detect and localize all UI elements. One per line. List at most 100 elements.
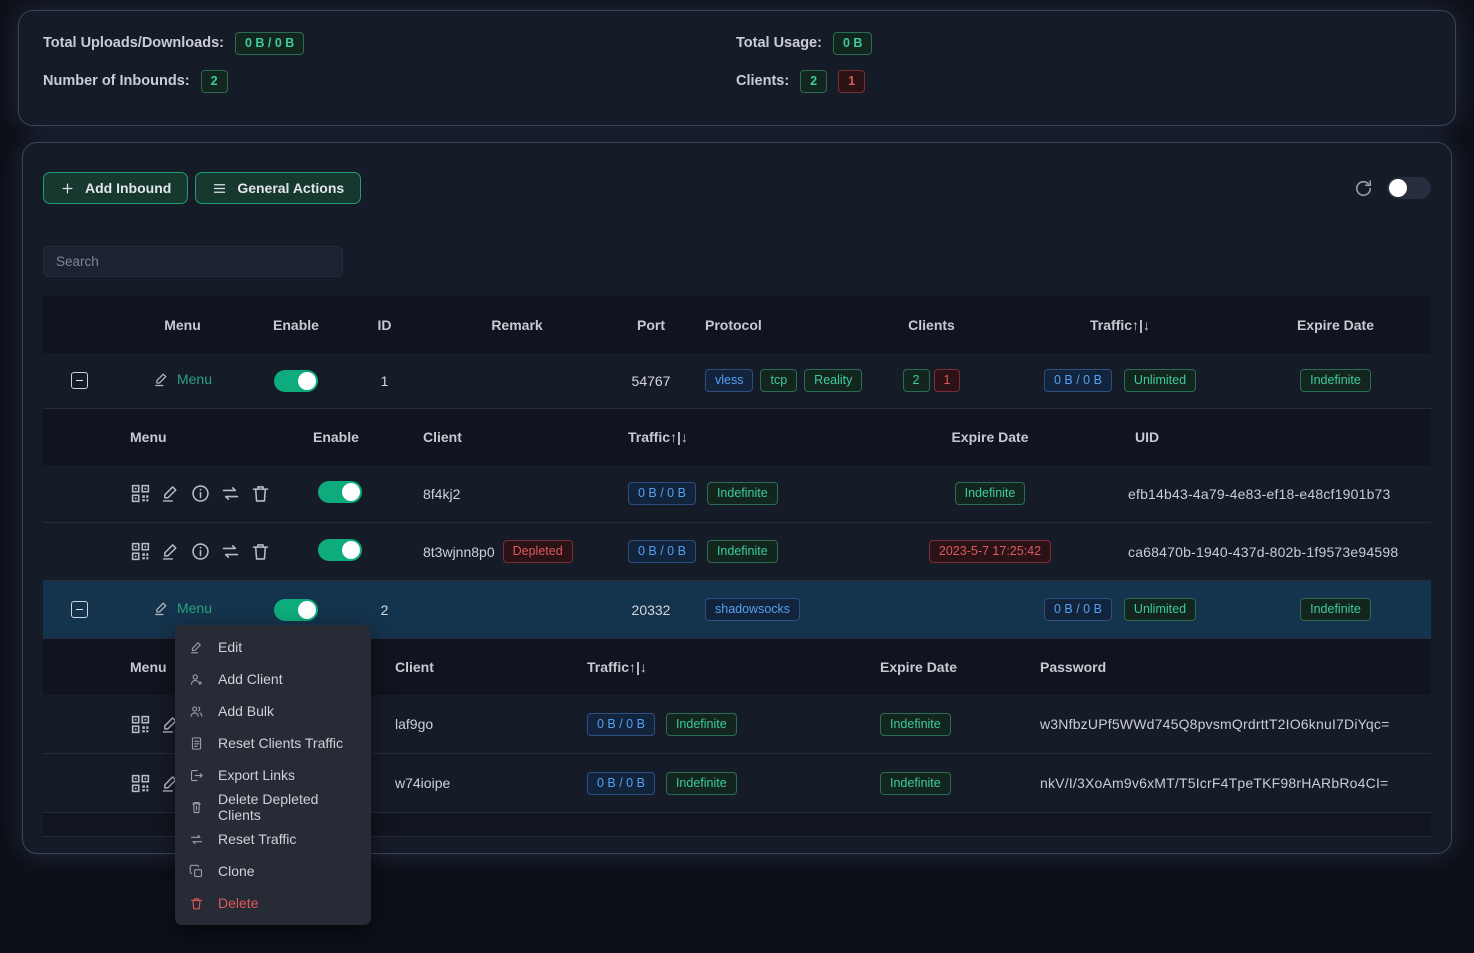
reset-traffic-icon[interactable] [220, 483, 241, 504]
inbound-menu-button[interactable]: Menu [153, 371, 212, 388]
client-name: w74ioipe [380, 775, 572, 791]
traffic-badge: 0 B / 0 B [1044, 369, 1112, 392]
inbounds-table-header: Menu Enable ID Remark Port Protocol Clie… [43, 296, 1431, 353]
inbound-port: 54767 [607, 373, 695, 389]
stats-panel: Total Uploads/Downloads: 0 B / 0 B Total… [18, 10, 1456, 126]
inbound-id: 1 [342, 373, 427, 389]
client-enable-toggle[interactable] [318, 539, 362, 561]
menu-item-label: Reset Clients Traffic [218, 735, 343, 751]
menu-item-reset-clients-traffic[interactable]: Reset Clients Traffic [175, 727, 371, 759]
inbound-enable-toggle[interactable] [274, 599, 318, 621]
stat-label: Number of Inbounds: [43, 73, 190, 89]
inbound-menu-button[interactable]: Menu [153, 600, 212, 617]
stat-total-usage: Total Usage: 0 B [736, 31, 1431, 55]
menu-item-reset-traffic[interactable]: Reset Traffic [175, 823, 371, 855]
depleted-badge: Depleted [503, 540, 573, 563]
header-traffic-sort[interactable]: Traffic↑|↓ [610, 429, 860, 445]
stats-grid: Total Uploads/Downloads: 0 B / 0 B Total… [43, 31, 1431, 93]
stat-value-badge: 0 B / 0 B [235, 32, 304, 55]
menu-item-label: Add Bulk [218, 703, 274, 719]
traffic-limit-badge: Indefinite [666, 713, 737, 736]
stat-label: Total Uploads/Downloads: [43, 35, 224, 51]
info-icon[interactable] [190, 541, 211, 562]
collapse-row-button[interactable] [71, 601, 88, 618]
client-password: w3NfbzUPf5WWd745Q8pvsmQrdrttT2IO6knuI7Di… [1032, 716, 1431, 732]
menu-item-delete[interactable]: Delete [175, 887, 371, 919]
header-port: Port [607, 317, 695, 333]
menu-item-clone[interactable]: Clone [175, 855, 371, 887]
reset-traffic-icon [189, 832, 204, 847]
edit-client-icon[interactable] [160, 541, 181, 562]
collapse-row-button[interactable] [71, 372, 88, 389]
header-menu: Menu [115, 317, 250, 333]
qrcode-icon[interactable] [130, 541, 151, 562]
header-menu: Menu [43, 429, 305, 445]
expire-badge: Indefinite [880, 772, 951, 795]
client-enable-toggle[interactable] [318, 481, 362, 503]
inbound-menu-label: Menu [177, 371, 212, 387]
header-enable: Enable [250, 317, 342, 333]
menu-item-add-client[interactable]: Add Client [175, 663, 371, 695]
client-row: 8t3wjnn8p0 Depleted 0 B / 0 B Indefinite… [43, 523, 1431, 581]
header-clients: Clients [863, 317, 1000, 333]
stat-label: Total Usage: [736, 35, 822, 51]
edit-client-icon[interactable] [160, 483, 181, 504]
header-uid: UID [1120, 429, 1431, 445]
qrcode-icon[interactable] [130, 483, 151, 504]
toolbar-right [1354, 177, 1431, 199]
edit-icon [189, 640, 204, 655]
expire-badge: Indefinite [880, 713, 951, 736]
inbound-menu-label: Menu [177, 600, 212, 616]
menu-item-label: Delete Depleted Clients [218, 791, 357, 823]
auto-refresh-toggle[interactable] [1387, 177, 1431, 199]
menu-item-add-bulk[interactable]: Add Bulk [175, 695, 371, 727]
expire-badge: Indefinite [1300, 598, 1371, 621]
menu-item-export-links[interactable]: Export Links [175, 759, 371, 791]
inbound-enable-toggle[interactable] [274, 370, 318, 392]
add-bulk-icon [189, 704, 204, 719]
header-remark: Remark [427, 317, 607, 333]
header-traffic-sort[interactable]: Traffic↑|↓ [1000, 317, 1240, 333]
clients-active-badge: 2 [800, 70, 827, 93]
general-actions-button[interactable]: General Actions [195, 172, 361, 204]
header-protocol: Protocol [695, 317, 863, 333]
menu-item-delete-depleted-clients[interactable]: Delete Depleted Clients [175, 791, 371, 823]
refresh-icon[interactable] [1354, 179, 1373, 198]
toggle-knob [1389, 179, 1407, 197]
header-traffic-sort[interactable]: Traffic↑|↓ [572, 659, 862, 675]
header-expire-date: Expire Date [862, 659, 1032, 675]
menu-lines-icon [212, 181, 227, 196]
reset-traffic-icon[interactable] [220, 541, 241, 562]
search-input[interactable] [43, 246, 343, 277]
qrcode-icon[interactable] [130, 773, 151, 794]
clients-active-badge: 2 [903, 369, 930, 392]
header-expire-date: Expire Date [860, 429, 1120, 445]
inbound-row-1: Menu 1 54767 vless tcp Reality 2 1 0 B /… [43, 353, 1431, 409]
traffic-badge: 0 B / 0 B [587, 772, 655, 795]
client-password: nkV/I/3XoAm9v6xMT/T5IcrF4TpeTKF98rHARbRo… [1032, 775, 1431, 791]
traffic-limit-badge: Indefinite [707, 540, 778, 563]
expire-badge: 2023-5-7 17:25:42 [929, 540, 1051, 563]
qrcode-icon[interactable] [130, 714, 151, 735]
add-client-icon [189, 672, 204, 687]
client-uid: ca68470b-1940-437d-802b-1f9573e94598 [1120, 544, 1431, 560]
transport-tag: tcp [760, 369, 797, 392]
add-inbound-button[interactable]: Add Inbound [43, 172, 188, 204]
menu-item-edit[interactable]: Edit [175, 631, 371, 663]
traffic-limit-badge: Indefinite [666, 772, 737, 795]
protocol-tag: vless [705, 369, 753, 392]
menu-item-label: Reset Traffic [218, 831, 296, 847]
delete-client-icon[interactable] [250, 483, 271, 504]
client-row: 8f4kj2 0 B / 0 B Indefinite Indefinite e… [43, 465, 1431, 523]
client-name: 8f4kj2 [415, 486, 610, 502]
header-id: ID [342, 317, 427, 333]
client-name: laf9go [380, 716, 572, 732]
header-password: Password [1032, 659, 1431, 675]
stat-label: Clients: [736, 73, 789, 89]
protocol-tag: shadowsocks [705, 598, 800, 621]
expire-badge: Indefinite [1300, 369, 1371, 392]
delete-depleted-clients-icon [189, 800, 204, 815]
info-icon[interactable] [190, 483, 211, 504]
delete-client-icon[interactable] [250, 541, 271, 562]
security-tag: Reality [804, 369, 862, 392]
